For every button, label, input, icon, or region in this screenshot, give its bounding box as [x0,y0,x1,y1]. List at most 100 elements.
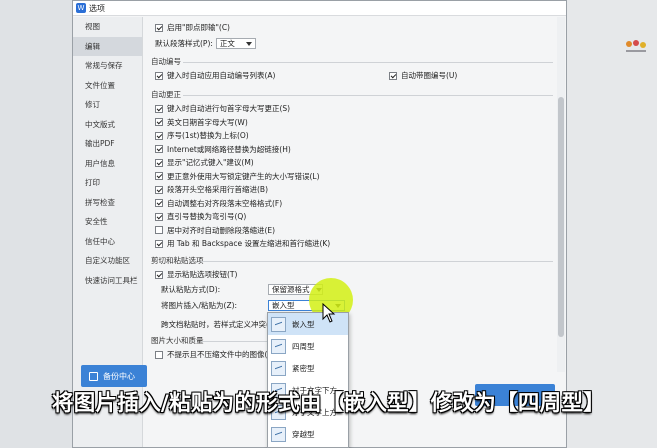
autocorrect-row[interactable]: 更正意外使用大写锁定键产生的大小写错误(L) [155,171,320,182]
section-title-autocorrect: 自动更正 [151,90,181,99]
section-title-auto-numbering: 自动编号 [151,57,181,66]
autocorrect-checkbox[interactable] [155,212,163,221]
autocorrect-row[interactable]: 段落开头空格采用行首缩进(B) [155,184,268,195]
no-compress-checkbox[interactable] [155,350,163,359]
autocorrect-label: 键入时自动进行句首字母大写更正(S) [167,104,291,113]
autocorrect-row[interactable]: 显示"记忆式键入"建议(M) [155,157,254,168]
sidebar-item-customize-ribbon[interactable]: 自定义功能区 [73,251,142,271]
backup-center-button[interactable]: 备份中心 [81,365,147,387]
autocorrect-label: 序号(1st)替换为上标(O) [167,131,249,140]
sidebar-item-user-info[interactable]: 用户信息 [73,154,142,174]
autocorrect-checkbox[interactable] [155,239,163,248]
sidebar-item-output-pdf[interactable]: 输出PDF [73,134,142,154]
default-paste-value: 保留源格式 [272,285,310,294]
autocorrect-row[interactable]: 序号(1st)替换为上标(O) [155,130,249,141]
sidebar-item-security[interactable]: 安全性 [73,212,142,232]
autocorrect-label: Internet或网络路径替换为超链接(H) [167,144,291,154]
dropdown-option-label: 紧密型 [292,363,315,373]
title-bar: W 选项 [73,1,566,16]
sidebar-item-spell-check[interactable]: 拼写检查 [73,193,142,213]
autocorrect-row[interactable]: 键入时自动进行句首字母大写更正(S) [155,103,290,114]
sidebar-item-chinese-layout[interactable]: 中文版式 [73,115,142,135]
chevron-down-icon [245,41,252,46]
autocorrect-row[interactable]: 直引号替换为弯引号(Q) [155,211,246,222]
auto-circle-number-label: 自动带圈编号(U) [401,71,458,80]
click-and-type-checkbox[interactable] [155,23,163,32]
dropdown-option-label: 嵌入型 [292,319,315,329]
default-paste-label: 默认粘贴方式(D): [161,285,221,294]
default-para-style-label: 默认段落样式(P): [155,39,213,48]
options-scrollbar[interactable] [557,17,565,372]
sidebar-item-general-save[interactable]: 常规与保存 [73,56,142,76]
background-left [0,0,72,448]
autocorrect-row[interactable]: 英文日期首字母大写(W) [155,117,248,128]
sidebar-item-view[interactable]: 视图 [73,17,142,37]
default-para-style-row: 默认段落样式(P): 正文 [155,38,256,49]
autocorrect-checkbox[interactable] [155,199,163,207]
background-right [567,0,657,448]
cross-doc-paste-label: 跨文档粘贴时，若样式定义冲突(Y): [161,320,279,329]
autocorrect-checkbox[interactable] [155,226,163,234]
autocorrect-label: 用 Tab 和 Backspace 设置左缩进和首行缩进(K) [167,239,331,248]
no-compress-row[interactable]: 不提示且不压缩文件中的图像(U) [155,349,276,360]
insert-image-value: 嵌入型 [272,301,295,310]
click-and-type-label: 启用"即点即输"(C) [167,23,230,32]
edit-options-panel: 启用"即点即输"(C) 默认段落样式(P): 正文 自动编号 键入时自动应用自动… [151,17,556,372]
auto-circle-number-row[interactable]: 自动带圈编号(U) [389,70,457,81]
click-and-type-row[interactable]: 启用"即点即输"(C) [155,22,230,33]
sidebar-item-print[interactable]: 打印 [73,173,142,193]
autocorrect-checkbox[interactable] [155,118,163,126]
autocorrect-row[interactable]: 自动调整右对齐段落末空格格式(F) [155,198,282,209]
section-divider [183,95,553,96]
autocorrect-row[interactable]: Internet或网络路径替换为超链接(H) [155,144,291,155]
autocorrect-row[interactable]: 居中对齐时自动删除段落缩进(E) [155,225,275,236]
dialog-title: 选项 [89,3,105,13]
autocorrect-label: 英文日期首字母大写(W) [167,117,248,127]
autocorrect-checkbox[interactable] [155,104,163,113]
insert-image-label: 将图片插入/粘贴为(Z): [161,301,238,310]
default-para-style-value: 正文 [219,39,235,48]
wrap-through-icon [271,426,286,442]
sidebar-item-trust-center[interactable]: 信任中心 [73,232,142,252]
image-wrap-dropdown[interactable]: 嵌入型 四周型 紧密型 衬于文字下方 浮于文字上方 穿越型 [267,312,349,448]
sidebar-item-revision[interactable]: 修订 [73,95,142,115]
no-compress-label: 不提示且不压缩文件中的图像(U) [167,350,276,359]
autocorrect-label: 段落开头空格采用行首缩进(B) [167,185,268,194]
video-caption: 将图片插入/粘贴为的形式由【嵌入型】修改为【四周型】 [51,391,606,416]
section-title-image-size: 图片大小和质量 [151,336,204,345]
auto-circle-number-checkbox[interactable] [389,71,397,80]
autocorrect-checkbox[interactable] [155,131,163,140]
sidebar-item-edit[interactable]: 编辑 [73,36,142,56]
autocorrect-checkbox[interactable] [155,172,163,180]
auto-number-list-checkbox[interactable] [155,71,163,80]
backup-center-label: 备份中心 [103,371,135,381]
dropdown-option-through[interactable]: 穿越型 [268,423,348,445]
autocorrect-label: 自动调整右对齐段落末空格格式(F) [167,198,283,208]
backup-icon [89,371,98,381]
show-paste-button-checkbox[interactable] [155,270,163,279]
cross-doc-paste-row: 跨文档粘贴时，若样式定义冲突(Y): [161,319,279,330]
sidebar-item-file-location[interactable]: 文件位置 [73,76,142,96]
wrap-inline-icon [271,316,286,332]
autocorrect-checkbox[interactable] [155,185,163,194]
autocorrect-checkbox[interactable] [155,158,163,167]
dropdown-option-label: 四周型 [292,341,315,351]
auto-number-list-row[interactable]: 键入时自动应用自动编号列表(A) [155,70,275,81]
section-divider [183,62,553,63]
autocorrect-label: 显示"记忆式键入"建议(M) [167,158,254,167]
dropdown-option-label: 穿越型 [292,429,315,439]
auto-number-list-label: 键入时自动应用自动编号列表(A) [167,71,276,80]
show-paste-button-label: 显示粘贴选项按钮(T) [167,270,238,279]
wrap-tight-icon [271,360,286,376]
autocorrect-row[interactable]: 用 Tab 和 Backspace 设置左缩进和首行缩进(K) [155,238,330,249]
dropdown-option-square[interactable]: 四周型 [268,335,348,357]
dropdown-option-tight[interactable]: 紧密型 [268,357,348,379]
autocorrect-checkbox[interactable] [155,145,163,153]
sidebar-item-quick-access[interactable]: 快速访问工具栏 [73,271,142,291]
show-paste-button-row[interactable]: 显示粘贴选项按钮(T) [155,269,237,280]
section-divider [201,261,553,262]
autocorrect-label: 居中对齐时自动删除段落缩进(E) [167,225,276,235]
default-para-style-select[interactable]: 正文 [215,38,256,49]
scrollbar-thumb[interactable] [558,97,564,337]
dropdown-option-inline[interactable]: 嵌入型 [268,313,348,335]
